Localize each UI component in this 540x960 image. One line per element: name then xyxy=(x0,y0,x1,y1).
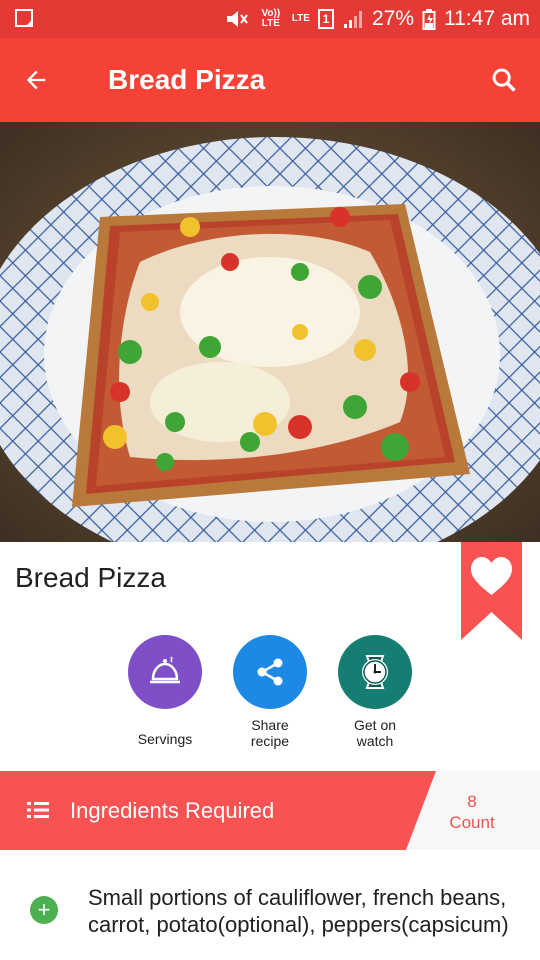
volte-label: Vo)) LTE xyxy=(261,8,281,29)
count-value: 8 xyxy=(467,792,477,811)
share-circle[interactable] xyxy=(233,635,307,709)
list-icon xyxy=(27,802,49,818)
servings-circle[interactable] xyxy=(128,635,202,709)
signal-icon xyxy=(343,11,362,28)
recipe-title: Bread Pizza xyxy=(15,562,166,593)
ingredients-count: 8 Count xyxy=(420,791,524,833)
get-on-watch-button[interactable]: Get on watch xyxy=(330,635,420,749)
search-icon[interactable] xyxy=(490,66,518,94)
mute-icon xyxy=(226,11,248,27)
count-label: Count xyxy=(449,813,495,832)
ingredients-header: Ingredients Required 8 Count xyxy=(0,771,540,850)
screen-icon xyxy=(15,9,33,27)
servings-button[interactable]: Servings xyxy=(120,635,210,747)
favorite-bookmark[interactable] xyxy=(461,542,522,640)
ingredients-title: Ingredients Required xyxy=(70,798,275,823)
watch-circle[interactable] xyxy=(338,635,412,709)
status-icons: Vo)) LTE LTE 1 27% 11:47 am xyxy=(224,0,530,38)
app-bar: Bread Pizza xyxy=(0,38,540,122)
ingredient-text: Small portions of cauliflower, french be… xyxy=(88,885,509,937)
cloche-icon xyxy=(150,656,180,684)
recipe-image xyxy=(0,122,540,542)
back-arrow-icon[interactable] xyxy=(22,66,50,94)
watch-icon xyxy=(362,655,388,689)
watch-label: Get on watch xyxy=(353,717,397,749)
clock: 11:47 am xyxy=(444,7,530,30)
share-recipe-button[interactable]: Share recipe xyxy=(225,635,315,749)
plus-icon[interactable]: + xyxy=(30,896,58,924)
battery-icon xyxy=(422,9,436,30)
status-bar: Vo)) LTE LTE 1 27% 11:47 am xyxy=(0,0,540,38)
list-item: + Small portions of cauliflower, french … xyxy=(0,850,540,960)
sim-indicator: 1 xyxy=(317,9,334,29)
share-label: Share recipe xyxy=(250,717,290,749)
lte-label: LTE xyxy=(291,13,310,24)
share-icon xyxy=(257,658,283,686)
servings-label: Servings xyxy=(137,731,193,747)
battery-percent: 27% xyxy=(371,7,414,30)
app-bar-title: Bread Pizza xyxy=(108,64,266,95)
